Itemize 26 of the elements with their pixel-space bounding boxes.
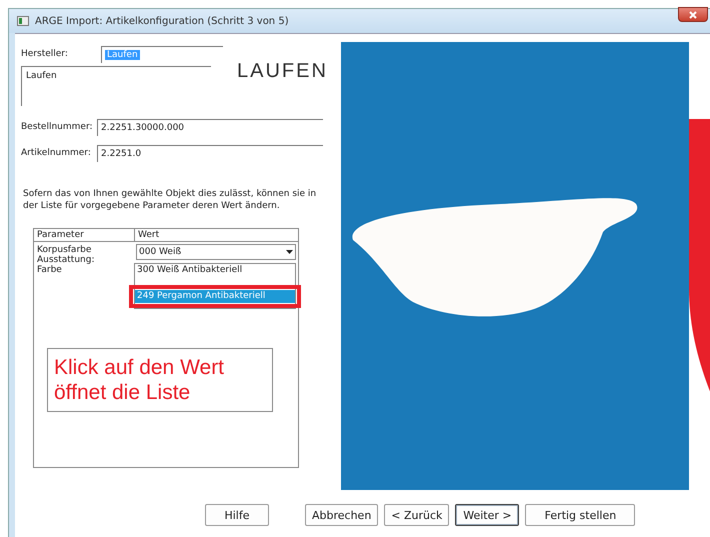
parameter-name: Ausstattung: (36, 255, 96, 265)
instruction-text: Sofern das von Ihnen gewählte Objekt dies zulässt, können sie in der Liste für vorgegebene Parameter deren Wert ändern. (23, 188, 318, 212)
close-button[interactable] (678, 7, 708, 22)
window-icon (17, 16, 29, 26)
field-label: Artikelnummer: (21, 148, 91, 158)
field-label: Hersteller: (21, 49, 69, 59)
column-header: Parameter (36, 229, 85, 241)
manufacturer-textarea[interactable]: Laufen (21, 66, 211, 106)
wizard-button[interactable]: Hilfe (205, 504, 269, 526)
dropdown-option[interactable]: 300 Weiß Antibakteriell (135, 264, 295, 277)
close-icon (689, 10, 697, 18)
text-field[interactable]: 2.2251.30000.000 (97, 118, 323, 136)
wizard-button[interactable]: Abbrechen (305, 504, 378, 526)
field-label: Bestellnummer: (21, 122, 91, 132)
text-field[interactable]: 2.2251.0 (97, 144, 323, 162)
column-header: Wert (134, 229, 298, 241)
wizard-button[interactable]: < Zurück (384, 504, 450, 526)
window-title: ARGE Import: Artikelkonfiguration (Schritt 3 von 5) (35, 16, 289, 26)
parameter-name: Korpusfarbe (36, 245, 92, 255)
brand-logo: LAUFEN (237, 60, 328, 83)
parameter-name: Farbe (36, 265, 63, 275)
value-dropdown[interactable]: 000 Weiß (136, 244, 296, 260)
dropdown-arrow-icon (286, 250, 293, 254)
wizard-button[interactable]: Weiter > (455, 504, 520, 526)
wizard-button[interactable]: Fertig stellen (525, 504, 636, 526)
annotation-callout: Klick auf den Wert öffnet die Liste (47, 348, 273, 412)
